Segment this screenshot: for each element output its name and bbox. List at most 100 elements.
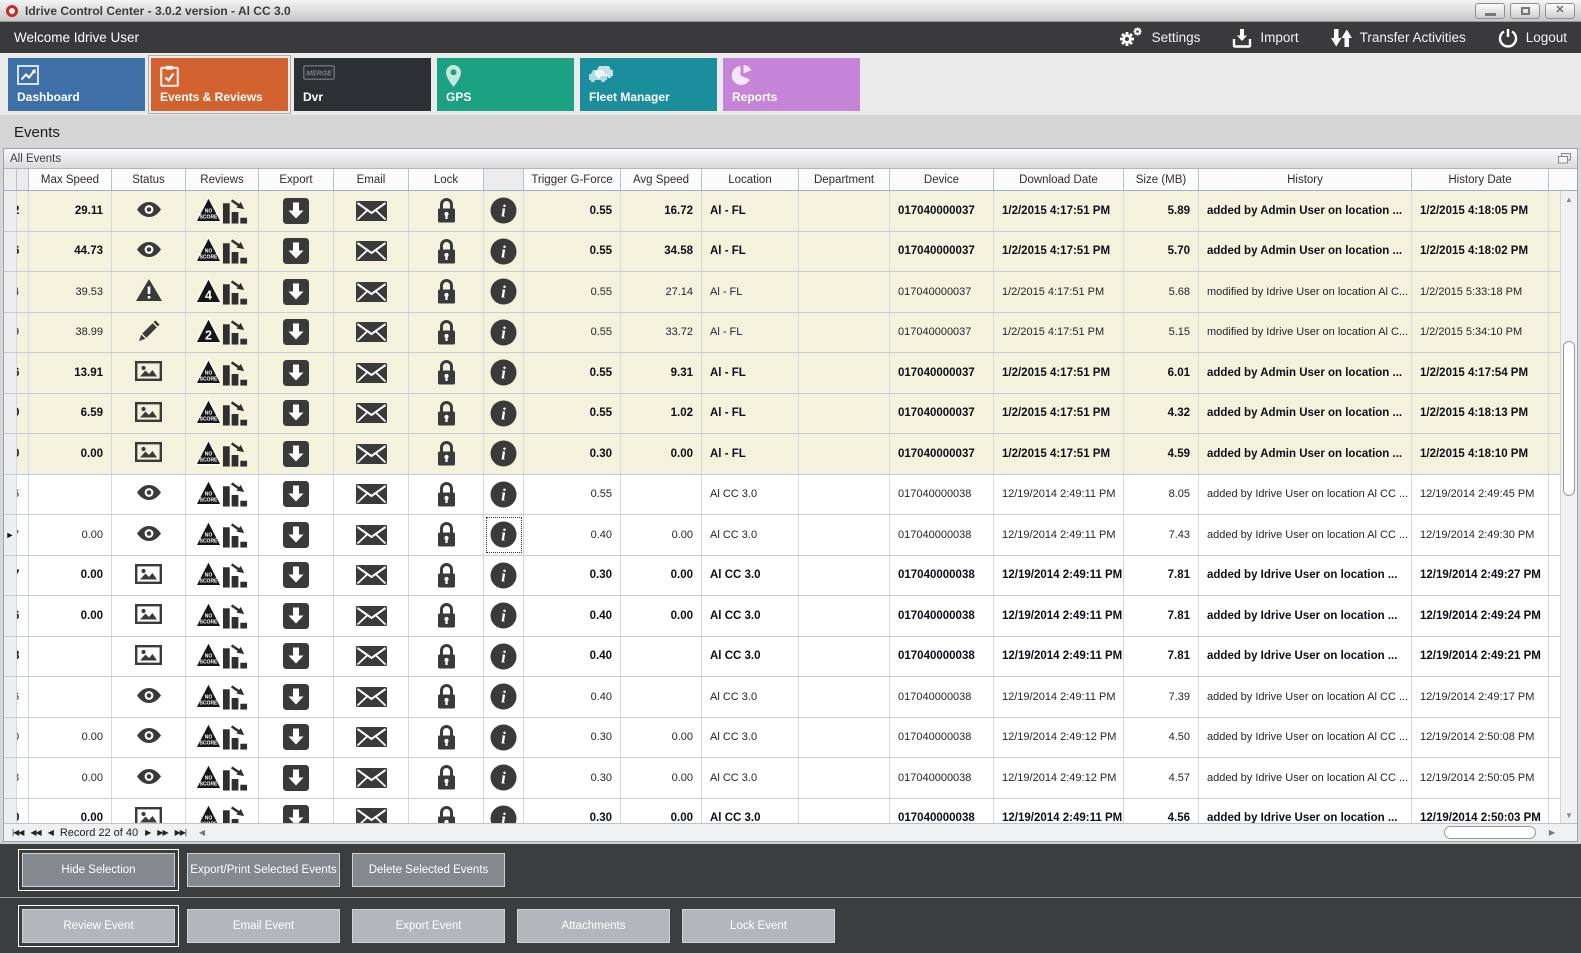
- column-header-reviews[interactable]: Reviews: [186, 169, 259, 190]
- horizontal-scrollbar[interactable]: ◀ ▶: [194, 824, 1577, 841]
- email-button[interactable]: [334, 434, 409, 474]
- export-button[interactable]: [259, 799, 334, 824]
- vertical-scrollbar[interactable]: ▲ ▼: [1560, 191, 1577, 823]
- table-row[interactable]: 439.534i0.5527.14Al - FL0170400000371/2/…: [4, 272, 1577, 313]
- column-header-history[interactable]: History: [1199, 169, 1412, 190]
- info-button[interactable]: i: [484, 272, 524, 312]
- lock-button[interactable]: [409, 434, 484, 474]
- review-score[interactable]: NOSCORE: [186, 718, 259, 758]
- table-row[interactable]: 938.992i0.5533.72Al - FL0170400000371/2/…: [4, 313, 1577, 354]
- lock-button[interactable]: [409, 718, 484, 758]
- export-print-selected-events-button[interactable]: Export/Print Selected Events: [187, 853, 340, 887]
- info-button[interactable]: i: [484, 677, 524, 717]
- column-header-lock[interactable]: Lock: [409, 169, 484, 190]
- column-header-avg_speed[interactable]: Avg Speed: [621, 169, 702, 190]
- horizontal-scroll-track[interactable]: [210, 824, 1544, 841]
- export-button[interactable]: [259, 434, 334, 474]
- table-row[interactable]: 70.00NOSCOREi0.300.00Al CC 3.00170400000…: [4, 556, 1577, 597]
- table-row[interactable]: 644.73NOSCOREi0.5534.58Al - FL0170400000…: [4, 232, 1577, 273]
- lock-button[interactable]: [409, 515, 484, 555]
- review-score[interactable]: 4: [186, 272, 259, 312]
- settings-button[interactable]: Settings: [1117, 26, 1201, 49]
- info-button[interactable]: i: [484, 394, 524, 434]
- email-button[interactable]: [334, 353, 409, 393]
- column-header-status[interactable]: Status: [112, 169, 186, 190]
- lock-button[interactable]: [409, 758, 484, 798]
- lock-button[interactable]: [409, 394, 484, 434]
- table-row[interactable]: ►70.00NOSCOREi0.400.00Al CC 3.0017040000…: [4, 515, 1577, 556]
- column-header-export[interactable]: Export: [259, 169, 334, 190]
- lock-button[interactable]: [409, 353, 484, 393]
- delete-selected-events-button[interactable]: Delete Selected Events: [352, 853, 505, 887]
- review-score[interactable]: NOSCORE: [186, 799, 259, 824]
- scroll-right-icon[interactable]: ▶: [1544, 828, 1560, 837]
- column-header-device[interactable]: Device: [890, 169, 994, 190]
- close-button[interactable]: ✕: [1545, 3, 1575, 19]
- review-score[interactable]: NOSCORE: [186, 677, 259, 717]
- lock-button[interactable]: [409, 596, 484, 636]
- info-button[interactable]: i: [484, 515, 524, 555]
- export-button[interactable]: [259, 556, 334, 596]
- export-button[interactable]: [259, 515, 334, 555]
- info-button[interactable]: i: [484, 758, 524, 798]
- table-row[interactable]: 6NOSCOREi0.40Al CC 3.001704000003812/19/…: [4, 677, 1577, 718]
- table-row[interactable]: 613.91NOSCOREi0.559.31Al - FL01704000003…: [4, 353, 1577, 394]
- review-score[interactable]: NOSCORE: [186, 556, 259, 596]
- review-score[interactable]: NOSCORE: [186, 434, 259, 474]
- prev-record-button[interactable]: ◀: [48, 828, 53, 837]
- email-button[interactable]: [334, 799, 409, 824]
- lock-button[interactable]: [409, 191, 484, 231]
- table-row[interactable]: 00.00NOSCOREi0.300.00Al - FL017040000037…: [4, 434, 1577, 475]
- maximize-button[interactable]: [1510, 3, 1540, 19]
- review-score[interactable]: 2: [186, 313, 259, 353]
- column-header-location[interactable]: Location: [702, 169, 799, 190]
- info-button[interactable]: i: [484, 353, 524, 393]
- info-button[interactable]: i: [484, 637, 524, 677]
- column-header-department[interactable]: Department: [799, 169, 890, 190]
- email-button[interactable]: [334, 556, 409, 596]
- panel-restore-button[interactable]: [1558, 153, 1571, 164]
- email-button[interactable]: [334, 718, 409, 758]
- prev-page-button[interactable]: ◀◀: [30, 828, 40, 837]
- review-score[interactable]: NOSCORE: [186, 637, 259, 677]
- export-button[interactable]: [259, 394, 334, 434]
- tab-reports[interactable]: Reports: [723, 58, 860, 111]
- attachments-button[interactable]: Attachments: [517, 909, 670, 943]
- table-row[interactable]: 6NOSCOREi0.55Al CC 3.001704000003812/19/…: [4, 475, 1577, 516]
- horizontal-scroll-thumb[interactable]: [1444, 826, 1536, 839]
- info-button[interactable]: i: [484, 718, 524, 758]
- lock-button[interactable]: [409, 232, 484, 272]
- tab-dvr[interactable]: MERGEDvr: [294, 58, 431, 111]
- email-button[interactable]: [334, 758, 409, 798]
- lock-button[interactable]: [409, 272, 484, 312]
- review-score[interactable]: NOSCORE: [186, 232, 259, 272]
- export-button[interactable]: [259, 758, 334, 798]
- email-button[interactable]: [334, 272, 409, 312]
- email-button[interactable]: [334, 191, 409, 231]
- email-button[interactable]: [334, 232, 409, 272]
- info-button[interactable]: i: [484, 191, 524, 231]
- review-event-button[interactable]: Review Event: [22, 909, 175, 943]
- next-record-button[interactable]: ▶: [145, 828, 150, 837]
- tab-fleet-manager[interactable]: Fleet Manager: [580, 58, 717, 111]
- scroll-left-icon[interactable]: ◀: [194, 828, 210, 837]
- table-row[interactable]: 229.11NOSCOREi0.5516.72Al - FL0170400000…: [4, 191, 1577, 232]
- export-button[interactable]: [259, 596, 334, 636]
- email-button[interactable]: [334, 475, 409, 515]
- review-score[interactable]: NOSCORE: [186, 394, 259, 434]
- email-button[interactable]: [334, 596, 409, 636]
- import-button[interactable]: Import: [1232, 28, 1298, 48]
- export-button[interactable]: [259, 637, 334, 677]
- info-button[interactable]: i: [484, 596, 524, 636]
- email-event-button[interactable]: Email Event: [187, 909, 340, 943]
- table-row[interactable]: 00.00NOSCOREi0.300.00Al CC 3.00170400000…: [4, 718, 1577, 759]
- column-header-size_mb[interactable]: Size (MB): [1124, 169, 1199, 190]
- review-score[interactable]: NOSCORE: [186, 596, 259, 636]
- info-button[interactable]: i: [484, 799, 524, 824]
- lock-button[interactable]: [409, 313, 484, 353]
- column-header-email[interactable]: Email: [334, 169, 409, 190]
- export-button[interactable]: [259, 313, 334, 353]
- scroll-up-icon[interactable]: ▲: [1561, 191, 1577, 207]
- table-row[interactable]: 8NOSCOREi0.40Al CC 3.001704000003812/19/…: [4, 637, 1577, 678]
- info-button[interactable]: i: [484, 313, 524, 353]
